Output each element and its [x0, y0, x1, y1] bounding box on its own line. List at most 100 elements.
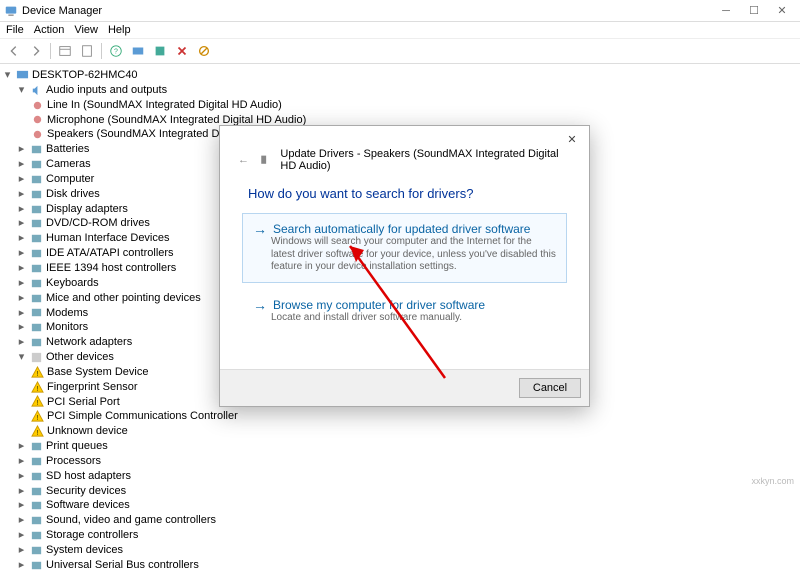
minimize-button[interactable]: ─ — [712, 1, 740, 21]
tree-device[interactable]: Line In (SoundMAX Integrated Digital HD … — [2, 98, 798, 113]
expand-icon[interactable]: ▸ — [16, 174, 27, 185]
tree-device[interactable]: !Unknown device — [2, 424, 798, 439]
device-icon — [30, 470, 43, 483]
tree-label: Modems — [46, 306, 88, 321]
expand-icon[interactable]: ▸ — [16, 515, 27, 526]
option-search-automatically[interactable]: →Search automatically for updated driver… — [242, 213, 567, 283]
menu-action[interactable]: Action — [34, 24, 65, 36]
device-icon — [30, 217, 43, 230]
tree-category[interactable]: ▸Sound, video and game controllers — [2, 513, 798, 528]
back-button[interactable] — [4, 41, 24, 61]
close-button[interactable]: ✕ — [768, 1, 796, 21]
tree-label: SD host adapters — [46, 469, 131, 484]
dialog-close-button[interactable]: ✕ — [561, 130, 583, 148]
collapse-icon[interactable]: ▾ — [16, 352, 27, 363]
menu-help[interactable]: Help — [108, 24, 131, 36]
tree-label: DVD/CD-ROM drives — [46, 216, 150, 231]
expand-icon[interactable]: ▸ — [16, 322, 27, 333]
device-icon — [30, 247, 43, 260]
tree-category[interactable]: ▸Software devices — [2, 498, 798, 513]
tree-category-audio[interactable]: ▾ Audio inputs and outputs — [2, 83, 798, 98]
expand-icon[interactable]: ▸ — [16, 545, 27, 556]
device-icon — [30, 529, 43, 542]
expand-icon[interactable]: ▸ — [16, 278, 27, 289]
expand-icon[interactable]: ▸ — [16, 263, 27, 274]
scan-button[interactable] — [128, 41, 148, 61]
tree-label: Print queues — [46, 439, 108, 454]
expand-icon[interactable]: ▸ — [16, 293, 27, 304]
tree-category[interactable]: ▸ Security devices — [2, 484, 798, 499]
tree-label: Security devices — [46, 484, 126, 499]
warning-icon: ! — [31, 395, 44, 408]
expand-icon[interactable]: ▸ — [16, 530, 27, 541]
tree-label: Storage controllers — [46, 528, 138, 543]
expand-icon[interactable]: ▸ — [16, 248, 27, 259]
cancel-button[interactable]: Cancel — [519, 378, 581, 398]
tree-label: Network adapters — [46, 335, 132, 350]
tree-label: Audio inputs and outputs — [46, 83, 167, 98]
uninstall-button[interactable] — [172, 41, 192, 61]
menu-view[interactable]: View — [74, 24, 98, 36]
dialog-question: How do you want to search for drivers? — [220, 178, 589, 207]
device-icon — [30, 158, 43, 171]
device-icon — [30, 203, 43, 216]
expand-icon[interactable]: ▸ — [16, 500, 27, 511]
expand-icon[interactable]: ▸ — [16, 471, 27, 482]
dialog-title: Update Drivers - Speakers (SoundMAX Inte… — [280, 148, 571, 172]
watermark: xxkyn.com — [751, 476, 794, 486]
tree-label: System devices — [46, 543, 123, 558]
update-driver-button[interactable] — [150, 41, 170, 61]
collapse-icon[interactable]: ▾ — [16, 85, 27, 96]
expand-icon[interactable]: ▸ — [16, 307, 27, 318]
option-description: Windows will search your computer and th… — [253, 236, 556, 274]
tree-category[interactable]: ▸ SD host adapters — [2, 469, 798, 484]
device-icon — [30, 306, 43, 319]
expand-icon[interactable]: ▸ — [16, 204, 27, 215]
device-icon — [30, 188, 43, 201]
tree-root[interactable]: ▾DESKTOP-62HMC40 — [2, 68, 798, 83]
expand-icon[interactable]: ▸ — [16, 441, 27, 452]
window-title: Device Manager — [22, 5, 712, 17]
device-icon — [30, 499, 43, 512]
collapse-icon[interactable]: ▾ — [2, 70, 13, 81]
forward-button[interactable] — [26, 41, 46, 61]
tree-label: Mice and other pointing devices — [46, 291, 201, 306]
menu-file[interactable]: File — [6, 24, 24, 36]
tree-label: Keyboards — [46, 276, 99, 291]
speaker-icon — [258, 154, 269, 167]
tree-category[interactable]: ▸ Print queues — [2, 439, 798, 454]
back-icon[interactable]: ← — [238, 154, 249, 166]
svg-text:?: ? — [114, 49, 118, 56]
disable-button[interactable] — [194, 41, 214, 61]
update-drivers-dialog: ✕ ← Update Drivers - Speakers (SoundMAX … — [219, 125, 590, 407]
expand-icon[interactable]: ▸ — [16, 159, 27, 170]
tree-category[interactable]: ▸Universal Serial Bus controllers — [2, 558, 798, 573]
help-button[interactable]: ? — [106, 41, 126, 61]
tree-label: Batteries — [46, 142, 89, 157]
device-icon — [30, 277, 43, 290]
option-title: Browse my computer for driver software — [273, 298, 485, 312]
properties-button[interactable] — [77, 41, 97, 61]
device-icon — [30, 559, 43, 572]
expand-icon[interactable]: ▸ — [16, 144, 27, 155]
device-icon — [30, 292, 43, 305]
expand-icon[interactable]: ▸ — [16, 189, 27, 200]
toolbar: ? — [0, 38, 800, 64]
expand-icon[interactable]: ▸ — [16, 456, 27, 467]
show-hidden-button[interactable] — [55, 41, 75, 61]
tree-category[interactable]: ▸ System devices — [2, 543, 798, 558]
tree-label: Other devices — [46, 350, 114, 365]
expand-icon[interactable]: ▸ — [16, 486, 27, 497]
option-browse-computer[interactable]: →Browse my computer for driver software … — [242, 289, 567, 334]
expand-icon[interactable]: ▸ — [16, 337, 27, 348]
expand-icon[interactable]: ▸ — [16, 560, 27, 571]
warning-icon: ! — [31, 425, 44, 438]
warning-icon: ! — [31, 366, 44, 379]
tree-category[interactable]: ▸ Storage controllers — [2, 528, 798, 543]
expand-icon[interactable]: ▸ — [16, 218, 27, 229]
maximize-button[interactable]: ☐ — [740, 1, 768, 21]
expand-icon[interactable]: ▸ — [16, 233, 27, 244]
dialog-header: ← Update Drivers - Speakers (SoundMAX In… — [220, 126, 589, 178]
tree-category[interactable]: ▸Processors — [2, 454, 798, 469]
tree-device[interactable]: !PCI Simple Communications Controller — [2, 409, 798, 424]
